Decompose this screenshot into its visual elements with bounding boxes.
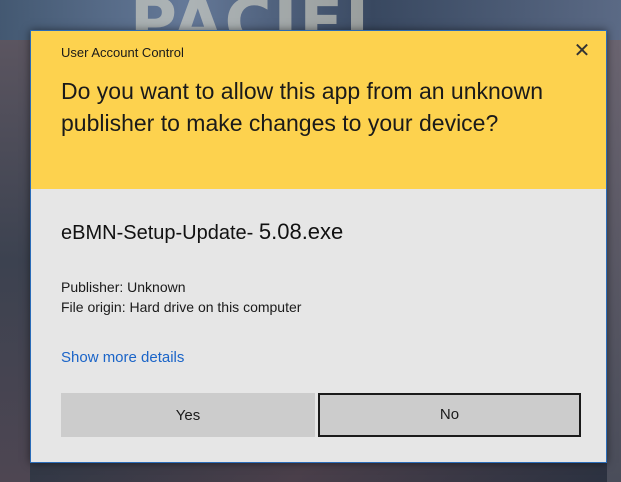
app-name-prefix: eBMN-Setup-Update- bbox=[61, 222, 254, 244]
background-left-edge bbox=[0, 40, 30, 482]
app-name: eBMN-Setup-Update- 5.08.exe bbox=[61, 219, 343, 245]
yes-button[interactable]: Yes bbox=[61, 393, 315, 437]
app-name-version: 5.08.exe bbox=[258, 219, 344, 244]
uac-dialog: User Account Control ✕ Do you want to al… bbox=[30, 30, 607, 463]
file-origin-label: File origin: Hard drive on this computer bbox=[61, 299, 302, 315]
uac-question: Do you want to allow this app from an un… bbox=[61, 78, 543, 136]
publisher-info: Publisher: Unknown File origin: Hard dri… bbox=[61, 277, 301, 317]
close-icon[interactable]: ✕ bbox=[570, 39, 594, 63]
show-more-details-link[interactable]: Show more details bbox=[61, 349, 184, 366]
dialog-title: User Account Control bbox=[61, 45, 184, 60]
background-right-edge bbox=[607, 40, 621, 482]
no-button[interactable]: No bbox=[318, 393, 581, 437]
publisher-label: Publisher: Unknown bbox=[61, 279, 186, 295]
dialog-header: User Account Control ✕ Do you want to al… bbox=[31, 31, 606, 189]
